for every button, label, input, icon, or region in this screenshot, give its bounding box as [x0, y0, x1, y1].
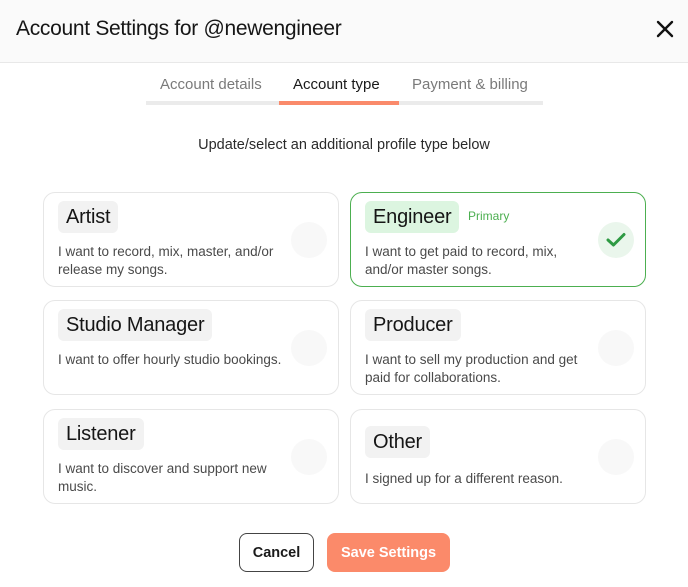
card-description: I want to sell my production and get pai… [365, 352, 578, 385]
card-title: Artist [58, 201, 119, 233]
select-radio[interactable] [291, 222, 327, 258]
card-description: I want to get paid to record, mix, and/o… [365, 244, 558, 277]
select-radio[interactable] [291, 439, 327, 475]
save-settings-button[interactable]: Save Settings [327, 533, 450, 572]
select-radio[interactable] [598, 330, 634, 366]
tab-account-details[interactable]: Account details [160, 76, 262, 93]
card-title: Engineer [365, 201, 460, 233]
card-description: I want to offer hourly studio bookings. [58, 352, 282, 367]
profile-card-studio-manager[interactable]: Studio Manager I want to offer hourly st… [43, 300, 339, 395]
close-icon [656, 20, 674, 38]
profile-card-other[interactable]: Other I signed up for a different reason… [350, 409, 646, 504]
profile-card-listener[interactable]: Listener I want to discover and support … [43, 409, 339, 504]
select-radio[interactable] [598, 222, 634, 258]
active-tab-indicator [279, 101, 399, 105]
cancel-button[interactable]: Cancel [239, 533, 314, 572]
profile-card-producer[interactable]: Producer I want to sell my production an… [350, 300, 646, 395]
card-title: Listener [58, 418, 144, 450]
card-title: Other [365, 426, 431, 458]
checkmark-icon [606, 233, 626, 247]
instructions-text: Update/select an additional profile type… [198, 137, 490, 153]
tab-account-type[interactable]: Account type [293, 76, 380, 93]
modal-header: Account Settings for @newengineer [0, 0, 688, 63]
card-description: I want to discover and support new music… [58, 461, 267, 494]
select-radio[interactable] [291, 330, 327, 366]
page-title: Account Settings for @newengineer [16, 17, 342, 40]
primary-badge: Primary [468, 209, 510, 223]
tab-bar: Account details Account type Payment & b… [146, 64, 543, 106]
card-title: Producer [365, 309, 461, 341]
profile-card-engineer[interactable]: Engineer Primary I want to get paid to r… [350, 192, 646, 287]
profile-card-artist[interactable]: Artist I want to record, mix, master, an… [43, 192, 339, 287]
tab-payment-billing[interactable]: Payment & billing [412, 76, 528, 93]
close-button[interactable] [654, 18, 676, 40]
card-description: I signed up for a different reason. [365, 471, 563, 486]
card-title: Studio Manager [58, 309, 213, 341]
select-radio[interactable] [598, 439, 634, 475]
card-description: I want to record, mix, master, and/or re… [58, 244, 274, 277]
